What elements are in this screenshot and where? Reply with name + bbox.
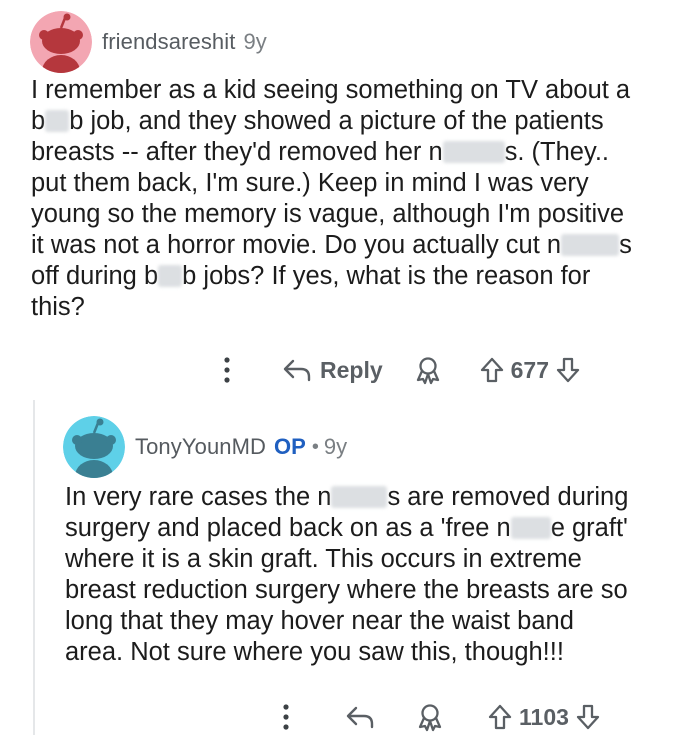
comment-line: it was not a horror movie. Do you actual… [31,230,681,261]
more-vertical-icon [224,357,230,383]
censored-text [45,110,70,132]
comment-text: young so the memory is vague, although I… [31,200,625,228]
award-icon [416,357,439,385]
upvote-icon[interactable] [479,356,505,384]
comment-line: b b job, and they showed a picture of the… [31,106,681,137]
op-badge: OP [274,434,306,459]
comment-line: long that they may hover near the waist … [65,606,685,637]
comment-header: friendsareshit 9y [30,10,267,74]
comment-text: In very rare cases the n [65,483,332,511]
comment-line: this? [31,292,681,323]
award-button[interactable] [415,702,445,732]
vote-count: 1103 [519,703,569,730]
award-icon [418,704,442,732]
comment-age: 9y [323,434,348,459]
comment-text: breasts -- after they'd removed her n [31,138,443,166]
more-vertical-icon [283,704,289,730]
comment-line: breast reduction surgery where the breas… [65,575,685,606]
vote-controls: 677 [479,356,581,384]
comment-line: young so the memory is vague, although I… [31,199,681,230]
comment-text: s [619,231,632,259]
username[interactable]: TonyYounMD [135,434,266,460]
comment-text: off during b [31,262,159,290]
comment-text: area. Not sure where you saw this, thoug… [65,638,564,666]
comment-line: put them back, I'm sure.) Keep in mind I… [31,168,681,199]
more-button[interactable] [281,702,291,732]
comment-line: In very rare cases the n s are removed du… [65,482,685,513]
username[interactable]: friendsareshit [102,29,235,55]
downvote-icon[interactable] [575,703,601,731]
comment-text: surgery and placed back on as a 'free n [65,514,511,542]
vote-count: 677 [510,356,550,383]
comment-text: this? [31,293,85,321]
comment-body: In very rare cases the n s are removed du… [65,482,685,668]
downvote-icon[interactable] [555,356,581,384]
comment-actions: Reply 677 [222,350,581,390]
comment-actions: 1103 [281,697,601,737]
comment-2: TonyYounMD OP • 9y In very rare cases th… [0,400,700,735]
comment-text: long that they may hover near the waist … [65,607,574,635]
comment-text: s. (They.. [504,138,610,166]
censored-text [561,234,620,256]
censored-text [331,486,388,508]
comment-1: friendsareshit 9y I remember as a kid se… [0,0,700,400]
comment-text: b job, and they showed a picture of the … [69,107,604,135]
comment-line: breasts -- after they'd removed her n s. … [31,137,681,168]
comment-text: e graft' [550,514,628,542]
comment-text: b [31,107,46,135]
reddit-avatar-icon [30,11,92,73]
separator-dot: • [311,435,319,458]
censored-text [158,265,183,287]
comment-age: 9y [243,29,267,54]
comment-text: I remember as a kid seeing something on … [31,76,631,104]
reply-button[interactable]: Reply [282,357,383,384]
comment-body: I remember as a kid seeing something on … [31,75,681,323]
reply-arrow-icon [346,706,374,729]
comment-line: I remember as a kid seeing something on … [31,75,681,106]
comment-line: off during b b jobs? If yes, what is the … [31,261,681,292]
comment-text: b jobs? If yes, what is the reason for [182,262,591,290]
reddit-avatar-icon [63,416,125,478]
avatar[interactable] [63,416,125,478]
reply-label: Reply [320,356,383,383]
reply-arrow-icon [283,359,311,382]
comment-text: s are removed during [387,483,629,511]
comment-text: where it is a skin graft. This occurs in… [65,545,582,573]
comment-line: area. Not sure where you saw this, thoug… [65,637,685,668]
comment-text: put them back, I'm sure.) Keep in mind I… [31,169,589,197]
reply-button[interactable] [345,704,375,730]
upvote-icon[interactable] [487,703,513,731]
comment-header: TonyYounMD OP • 9y [63,415,347,479]
censored-text [442,141,505,163]
comment-text: it was not a horror movie. Do you actual… [31,231,562,259]
censored-text [510,517,551,539]
comment-text: breast reduction surgery where the breas… [65,576,628,604]
vote-controls: 1103 [487,703,601,731]
more-button[interactable] [222,355,232,385]
comment-line: where it is a skin graft. This occurs in… [65,544,685,575]
award-button[interactable] [413,355,443,385]
comment-line: surgery and placed back on as a 'free n e… [65,513,685,544]
avatar[interactable] [30,11,92,73]
